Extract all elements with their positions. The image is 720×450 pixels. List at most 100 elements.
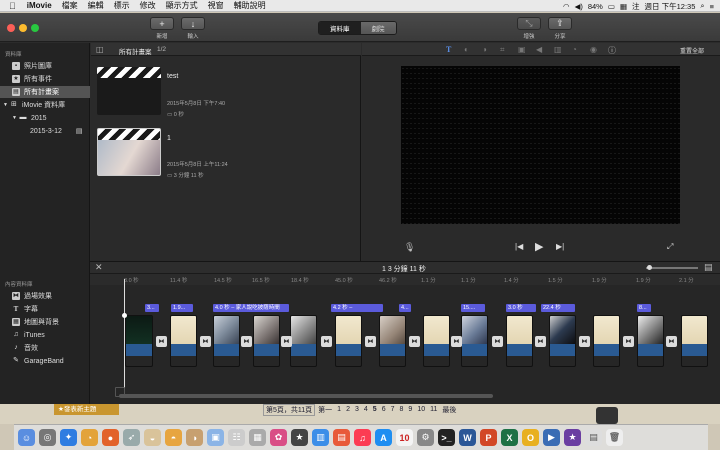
fullscreen-icon[interactable]: ⤢ [667, 242, 673, 252]
title-clip[interactable]: 22.4 秒 [541, 304, 575, 312]
pager-page[interactable]: 11 [430, 406, 437, 413]
flag-icon[interactable]: ▦ [620, 2, 627, 11]
sidebar-toggle-icon[interactable]: ◫ [96, 45, 104, 54]
video-clip[interactable] [593, 315, 620, 367]
itunes-icon[interactable]: ♫ [354, 429, 371, 446]
title-clip[interactable]: 4... [399, 304, 411, 312]
numbers-icon[interactable]: ▥ [312, 429, 329, 446]
menu-mark[interactable]: 標示 [109, 0, 135, 12]
game-icon[interactable]: ◓ [165, 429, 182, 446]
sidebar-item-itunes[interactable]: ♫ iTunes [0, 329, 90, 341]
disclosure-triangle-icon[interactable]: ▼ [12, 115, 17, 121]
clock[interactable]: 週日 下午12:35 [645, 1, 696, 12]
downloads-icon[interactable]: ▤ [585, 429, 602, 446]
preview-icon[interactable]: ▣ [207, 429, 224, 446]
keynote-icon[interactable]: ▤ [333, 429, 350, 446]
menu-help[interactable]: 輔助說明 [229, 0, 271, 12]
volume-adjust-icon[interactable]: ◀ [536, 45, 542, 54]
timeline[interactable]: 3.0 秒 11.4 秒 14.5 秒 16.5 秒 18.4 秒 45.0 秒… [90, 275, 720, 404]
pager-page[interactable]: 7 [391, 406, 395, 413]
word-icon[interactable]: W [459, 429, 476, 446]
filmstrip-settings-icon[interactable]: ▤ [704, 262, 713, 273]
transition-icon[interactable]: ⧓ [535, 336, 546, 347]
rocket-icon[interactable]: ➶ [123, 429, 140, 446]
sidebar-item-imovie-library[interactable]: ▼ ⊞ iMovie 資料庫 [0, 99, 90, 111]
transition-icon[interactable]: ⧓ [200, 336, 211, 347]
excel-icon[interactable]: X [501, 429, 518, 446]
title-clip[interactable]: 1.9... [171, 304, 193, 312]
transition-icon[interactable]: ⧓ [281, 336, 292, 347]
transition-icon[interactable]: ⧓ [492, 336, 503, 347]
safari-icon[interactable]: ✦ [60, 429, 77, 446]
pager-page[interactable]: 8 [400, 406, 404, 413]
menu-view[interactable]: 顯示方式 [161, 0, 203, 12]
pager-page[interactable]: 3 [355, 406, 359, 413]
game-icon[interactable]: ◑ [186, 429, 203, 446]
pager-page[interactable]: 4 [364, 406, 368, 413]
input-method[interactable]: 注 [632, 1, 640, 12]
close-window-button[interactable] [7, 24, 15, 32]
dashboard-icon[interactable]: ◎ [39, 429, 56, 446]
pager-page[interactable]: 10 [417, 406, 425, 413]
menu-window[interactable]: 視窗 [203, 0, 229, 12]
video-clip[interactable] [637, 315, 664, 367]
color-balance-icon[interactable]: ◐ [464, 45, 469, 54]
video-clip[interactable] [290, 315, 317, 367]
project-thumbnail-test[interactable] [97, 67, 161, 115]
pager-page[interactable]: 9 [408, 406, 412, 413]
playhead[interactable] [124, 279, 125, 389]
firefox-icon[interactable]: ● [102, 429, 119, 446]
pager-page[interactable]: 2 [346, 406, 350, 413]
speed-icon[interactable]: ◔ [572, 45, 577, 54]
sidebar-item-event-2015-3-12[interactable]: 2015-3-12 ▤ [0, 125, 90, 137]
title-clip[interactable]: 3... [145, 304, 159, 312]
transition-icon[interactable]: ⧓ [451, 336, 462, 347]
battery-percent[interactable]: 84% [588, 2, 603, 11]
transition-icon[interactable]: ⧓ [623, 336, 634, 347]
play-icon[interactable]: ▶ [535, 240, 543, 253]
wifi-icon[interactable]: ◠ [563, 2, 570, 11]
video-clip[interactable] [335, 315, 362, 367]
pager-first[interactable]: 第一 [318, 405, 332, 415]
contacts-icon[interactable]: ☷ [228, 429, 245, 446]
video-clip[interactable] [423, 315, 450, 367]
game-icon[interactable]: ◒ [144, 429, 161, 446]
sidebar-item-titles[interactable]: T 字幕 [0, 303, 90, 315]
enhance-button[interactable]: ⤡ [517, 17, 541, 30]
title-clip[interactable]: 15.... [461, 304, 485, 312]
pager-page[interactable]: 6 [382, 406, 386, 413]
info-icon[interactable]: ⓘ [608, 45, 616, 56]
disclosure-triangle-icon[interactable]: ▼ [3, 102, 8, 108]
background-music-well[interactable] [115, 387, 125, 397]
imovie-icon[interactable]: ★ [291, 429, 308, 446]
pager-page-current[interactable]: 5 [373, 406, 377, 413]
pager-page[interactable]: 1 [337, 406, 341, 413]
system-preferences-icon[interactable]: ⚙ [417, 429, 434, 446]
sidebar-item-all-events[interactable]: ★ 所有事件 [0, 73, 90, 85]
project-thumbnail-1[interactable] [97, 128, 161, 176]
import-button[interactable]: ↓ [181, 17, 205, 30]
pager-last[interactable]: 最後 [442, 405, 456, 415]
transition-icon[interactable]: ⧓ [365, 336, 376, 347]
title-adjust-icon[interactable]: T [446, 45, 451, 54]
video-clip[interactable] [506, 315, 533, 367]
color-correction-icon[interactable]: ◑ [482, 45, 487, 54]
sidebar-item-2015[interactable]: ▼ ▬ 2015 [0, 112, 90, 124]
menu-edit[interactable]: 編輯 [83, 0, 109, 12]
crop-icon[interactable]: ⌗ [500, 45, 505, 55]
transition-icon[interactable]: ⧓ [156, 336, 167, 347]
title-clip[interactable]: 4.0 秒 – 家人說吃披薩時間 [213, 304, 289, 312]
zoom-window-button[interactable] [31, 24, 39, 32]
sidebar-item-transitions[interactable]: ⧓ 過場效果 [0, 290, 90, 302]
video-clip[interactable] [213, 315, 240, 367]
project-title[interactable]: test [167, 73, 178, 80]
video-preview[interactable] [401, 66, 680, 224]
new-topic-button[interactable]: ★發表新主題 [54, 404, 119, 415]
imovie-star-icon[interactable]: ★ [564, 429, 581, 446]
title-clip[interactable]: 8... [637, 304, 651, 312]
video-clip[interactable] [170, 315, 197, 367]
title-clip[interactable]: 4.2 秒 – [331, 304, 383, 312]
noise-reduction-icon[interactable]: ▥ [554, 45, 562, 54]
terminal-icon[interactable]: >_ [438, 429, 455, 446]
reset-all-button[interactable]: 重置全部 [680, 46, 704, 55]
